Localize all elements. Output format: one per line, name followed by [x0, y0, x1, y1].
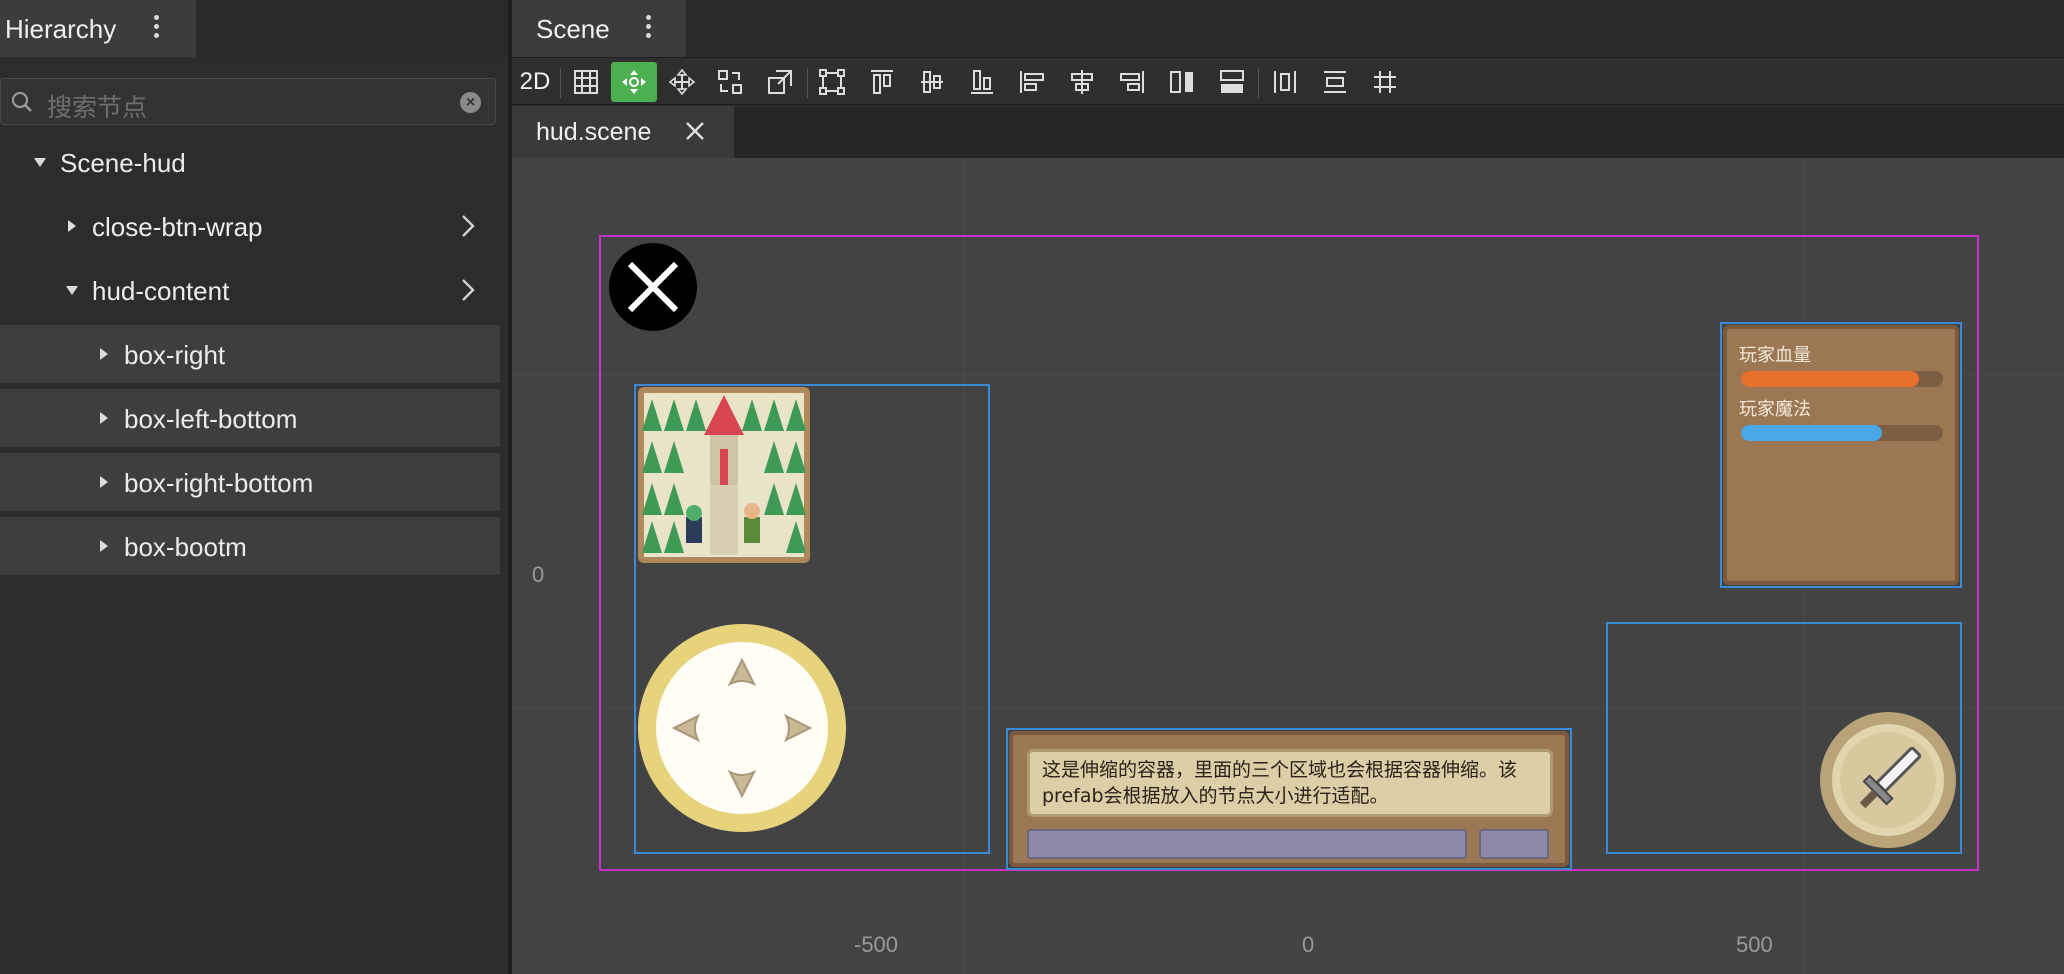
scene-toolbar: 2D	[512, 57, 2064, 105]
ruler-x-label: -500	[854, 932, 899, 957]
map-thumbnail[interactable]	[638, 387, 810, 563]
align-left-icon[interactable]	[1009, 62, 1055, 102]
collapse-arrow-icon[interactable]	[68, 220, 76, 232]
align-bottom-icon[interactable]	[959, 62, 1005, 102]
collapse-arrow-icon[interactable]	[100, 348, 108, 360]
tree-node-scene-hud[interactable]: Scene-hud	[0, 133, 500, 191]
move-icon[interactable]	[659, 62, 705, 102]
tab-label: hud.scene	[536, 118, 652, 146]
tab-hud-scene[interactable]: hud.scene	[512, 106, 734, 158]
tree-node-label: close-btn-wrap	[92, 212, 263, 242]
scene-tab-bar	[686, 0, 2064, 57]
rotate-icon[interactable]	[707, 62, 753, 102]
toolbar-separator	[807, 68, 808, 98]
scene-menu-icon[interactable]	[642, 12, 654, 44]
hierarchy-panel: Hierarchy 搜索节点 × Scene-hud close-btn-wra…	[0, 0, 508, 974]
clear-search-icon[interactable]: ×	[460, 92, 481, 113]
tree-node-box-left-bottom[interactable]: box-left-bottom	[0, 389, 500, 447]
message-text: 这是伸缩的容器，里面的三个区域也会根据容器伸缩。该prefab会根据放入的节点大…	[1042, 759, 1518, 807]
distribute-v-icon[interactable]	[1209, 62, 1255, 102]
scene-viewport[interactable]: 0 -500 0 500 玩家血量 玩家魔法 这是伸缩的容器，里面的三个区域也会…	[512, 158, 2064, 974]
close-button[interactable]	[608, 242, 698, 332]
scene-title: Scene	[536, 14, 610, 44]
hp-bar-fill	[1741, 371, 1919, 387]
grid-icon[interactable]	[563, 62, 609, 102]
align-right-icon[interactable]	[1109, 62, 1155, 102]
scale-icon[interactable]	[757, 62, 803, 102]
tree-node-label: box-bootm	[124, 532, 247, 562]
chevron-right-icon[interactable]	[458, 213, 478, 239]
joystick[interactable]	[636, 622, 848, 834]
hierarchy-tab[interactable]: Hierarchy	[0, 0, 196, 57]
align-h-center-icon[interactable]	[1059, 62, 1105, 102]
hierarchy-tab-bar	[196, 0, 508, 57]
distribute-v-center-icon[interactable]	[1312, 62, 1358, 102]
tree-node-label: box-right	[124, 340, 226, 370]
tree-node-box-right[interactable]: box-right	[0, 325, 500, 383]
mp-bar	[1741, 425, 1943, 441]
hierarchy-title: Hierarchy	[5, 14, 117, 44]
toggle-2d-button[interactable]: 2D	[512, 62, 558, 102]
message-send-button[interactable]	[1479, 829, 1549, 859]
toolbar-separator	[560, 68, 561, 98]
stats-panel: 玩家血量 玩家魔法	[1723, 325, 1959, 585]
collapse-arrow-icon[interactable]	[100, 476, 108, 488]
tree-node-hud-content[interactable]: hud-content	[0, 261, 500, 319]
distribute-h-icon[interactable]	[1159, 62, 1205, 102]
mp-bar-fill	[1741, 425, 1883, 441]
distribute-h-center-icon[interactable]	[1262, 62, 1308, 102]
toolbar-separator	[1258, 68, 1259, 98]
rect-icon[interactable]	[809, 62, 855, 102]
scene-panel: Scene 2D hud.scene 0 -500 0 500 玩家血量 玩家魔…	[512, 0, 2064, 974]
ruler-y-zero: 0	[532, 562, 545, 587]
message-input-bar[interactable]	[1027, 829, 1467, 859]
tree-node-label: Scene-hud	[60, 148, 186, 178]
align-top-icon[interactable]	[859, 62, 905, 102]
search-box[interactable]: 搜索节点 ×	[0, 78, 496, 125]
snap-grid-icon[interactable]	[1362, 62, 1408, 102]
ruler-x-label: 500	[1736, 932, 1773, 957]
expand-arrow-icon[interactable]	[66, 286, 78, 295]
tree-node-label: hud-content	[92, 276, 230, 306]
attack-button[interactable]	[1818, 710, 1958, 850]
expand-arrow-icon[interactable]	[34, 158, 46, 167]
move-gizmo-icon[interactable]	[611, 62, 657, 102]
chevron-right-icon[interactable]	[458, 277, 478, 303]
message-box: 这是伸缩的容器，里面的三个区域也会根据容器伸缩。该prefab会根据放入的节点大…	[1027, 749, 1553, 817]
search-icon	[11, 91, 32, 112]
tree-node-box-bootm[interactable]: box-bootm	[0, 517, 500, 575]
tree-node-box-right-bottom[interactable]: box-right-bottom	[0, 453, 500, 511]
tree-node-label: box-right-bottom	[124, 468, 314, 498]
tree-node-label: box-left-bottom	[124, 404, 298, 434]
collapse-arrow-icon[interactable]	[100, 540, 108, 552]
tree-node-close-btn-wrap[interactable]: close-btn-wrap	[0, 197, 500, 255]
mp-label: 玩家魔法	[1739, 399, 1811, 420]
collapse-arrow-icon[interactable]	[100, 412, 108, 424]
message-panel: 这是伸缩的容器，里面的三个区域也会根据容器伸缩。该prefab会根据放入的节点大…	[1009, 731, 1569, 867]
hierarchy-menu-icon[interactable]	[150, 12, 162, 44]
hp-bar	[1741, 371, 1943, 387]
close-icon[interactable]	[684, 120, 706, 142]
scene-tab[interactable]: Scene	[512, 0, 686, 57]
ruler-x-label: 0	[1302, 932, 1315, 957]
search-input[interactable]: 搜索节点	[47, 88, 147, 124]
hp-label: 玩家血量	[1739, 345, 1811, 366]
align-v-center-icon[interactable]	[909, 62, 955, 102]
document-tab-bar	[734, 106, 2064, 158]
